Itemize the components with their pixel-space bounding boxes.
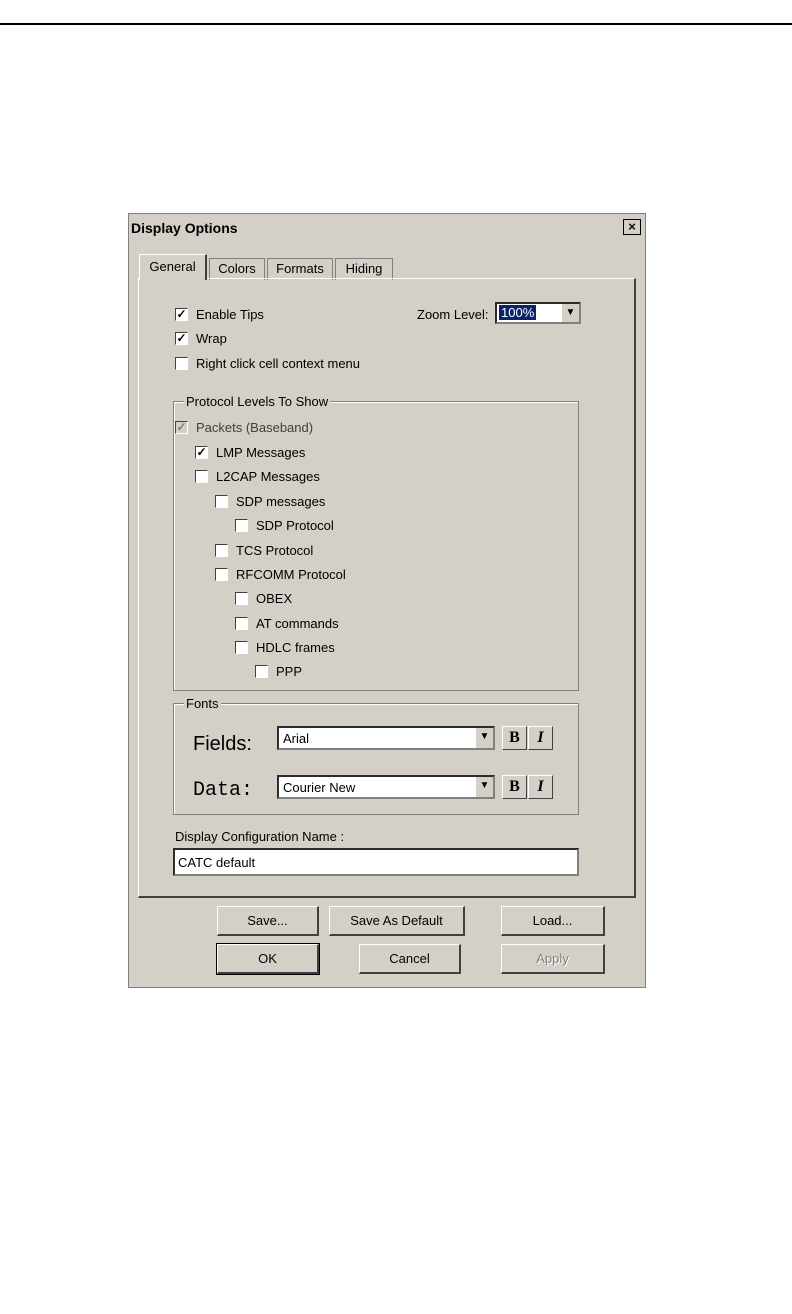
at-commands-option[interactable]: AT commands (235, 615, 339, 631)
tab-hiding[interactable]: Hiding (335, 258, 393, 280)
config-name-input[interactable]: CATC default (173, 848, 579, 876)
tcs-protocol-label: TCS Protocol (236, 542, 314, 558)
chevron-down-icon[interactable]: ▼ (475, 777, 493, 797)
fields-italic-button[interactable]: I (528, 726, 553, 750)
zoom-level-value: 100% (499, 305, 537, 320)
ppp-checkbox[interactable] (255, 664, 268, 678)
protocol-levels-title: Protocol Levels To Show (184, 394, 331, 409)
wrap-label: Wrap (196, 330, 227, 346)
tab-colors-label: Colors (218, 261, 256, 276)
dialog-title: Display Options (131, 220, 238, 236)
obex-option[interactable]: OBEX (235, 590, 292, 606)
load-button[interactable]: Load... (501, 906, 605, 936)
sdp-protocol-checkbox[interactable] (235, 518, 248, 532)
right-click-option[interactable]: Right click cell context menu (175, 355, 360, 371)
sdp-protocol-label: SDP Protocol (256, 517, 334, 533)
tab-general[interactable]: General (139, 254, 207, 280)
right-click-label: Right click cell context menu (196, 355, 361, 371)
enable-tips-checkbox[interactable]: ✓ (175, 307, 188, 321)
at-commands-checkbox[interactable] (235, 616, 248, 630)
data-italic-button[interactable]: I (528, 775, 553, 799)
data-font-select[interactable]: Courier New ▼ (277, 775, 495, 799)
tcs-protocol-checkbox[interactable] (215, 543, 228, 557)
config-name-value: CATC default (178, 855, 256, 870)
packets-baseband-checkbox[interactable]: ✓ (175, 420, 188, 434)
close-icon: × (628, 219, 636, 234)
title-bar[interactable]: Display Options × (129, 214, 645, 242)
data-font-label: Data: (193, 779, 254, 802)
ppp-label: PPP (276, 663, 303, 679)
lmp-messages-checkbox[interactable]: ✓ (195, 445, 208, 459)
config-name-label: Display Configuration Name : (175, 829, 345, 844)
page-top-rule (0, 23, 792, 25)
l2cap-messages-option[interactable]: L2CAP Messages (195, 468, 320, 484)
enable-tips-option[interactable]: ✓ Enable Tips (175, 306, 264, 322)
hdlc-frames-label: HDLC frames (256, 639, 335, 655)
zoom-level-select[interactable]: 100% ▼ (495, 302, 581, 324)
tcs-protocol-option[interactable]: TCS Protocol (215, 542, 313, 558)
hdlc-frames-option[interactable]: HDLC frames (235, 639, 335, 655)
wrap-checkbox[interactable]: ✓ (175, 331, 188, 345)
l2cap-messages-label: L2CAP Messages (216, 468, 320, 484)
tab-colors[interactable]: Colors (209, 258, 265, 280)
lmp-messages-option[interactable]: ✓ LMP Messages (195, 444, 305, 460)
rfcomm-protocol-checkbox[interactable] (215, 567, 228, 581)
fields-font-select[interactable]: Arial ▼ (277, 726, 495, 750)
apply-button[interactable]: Apply (501, 944, 605, 974)
rfcomm-protocol-label: RFCOMM Protocol (236, 566, 346, 582)
fields-font-value: Arial (283, 731, 310, 746)
save-button[interactable]: Save... (217, 906, 319, 936)
right-click-checkbox[interactable] (175, 356, 188, 370)
fonts-title: Fonts (184, 696, 221, 711)
chevron-down-icon[interactable]: ▼ (475, 728, 493, 748)
fields-bold-button[interactable]: B (502, 726, 527, 750)
chevron-down-icon[interactable]: ▼ (561, 304, 579, 322)
at-commands-label: AT commands (256, 615, 339, 631)
save-as-default-button[interactable]: Save As Default (329, 906, 465, 936)
lmp-messages-label: LMP Messages (216, 444, 306, 460)
packets-baseband-option[interactable]: ✓ Packets (Baseband) (175, 419, 313, 435)
zoom-level-label: Zoom Level: (417, 307, 489, 322)
rfcomm-protocol-option[interactable]: RFCOMM Protocol (215, 566, 346, 582)
ok-button[interactable]: OK (216, 943, 320, 975)
obex-label: OBEX (256, 590, 293, 606)
tab-general-label: General (149, 259, 196, 274)
l2cap-messages-checkbox[interactable] (195, 469, 208, 483)
enable-tips-label: Enable Tips (196, 306, 264, 322)
sdp-messages-label: SDP messages (236, 493, 326, 509)
sdp-protocol-option[interactable]: SDP Protocol (235, 517, 334, 533)
cancel-button[interactable]: Cancel (359, 944, 461, 974)
tab-formats-label: Formats (276, 261, 324, 276)
wrap-option[interactable]: ✓ Wrap (175, 330, 227, 346)
fields-font-label: Fields: (193, 733, 252, 755)
data-bold-button[interactable]: B (502, 775, 527, 799)
obex-checkbox[interactable] (235, 591, 248, 605)
data-font-value: Courier New (283, 780, 356, 795)
tab-formats[interactable]: Formats (267, 258, 333, 280)
packets-baseband-label: Packets (Baseband) (196, 419, 314, 435)
close-button[interactable]: × (623, 219, 641, 235)
sdp-messages-checkbox[interactable] (215, 494, 228, 508)
hdlc-frames-checkbox[interactable] (235, 640, 248, 654)
ppp-option[interactable]: PPP (255, 663, 302, 679)
tab-hiding-label: Hiding (345, 261, 383, 276)
sdp-messages-option[interactable]: SDP messages (215, 493, 325, 509)
display-options-dialog: Display Options × General Colors Formats… (128, 213, 646, 988)
